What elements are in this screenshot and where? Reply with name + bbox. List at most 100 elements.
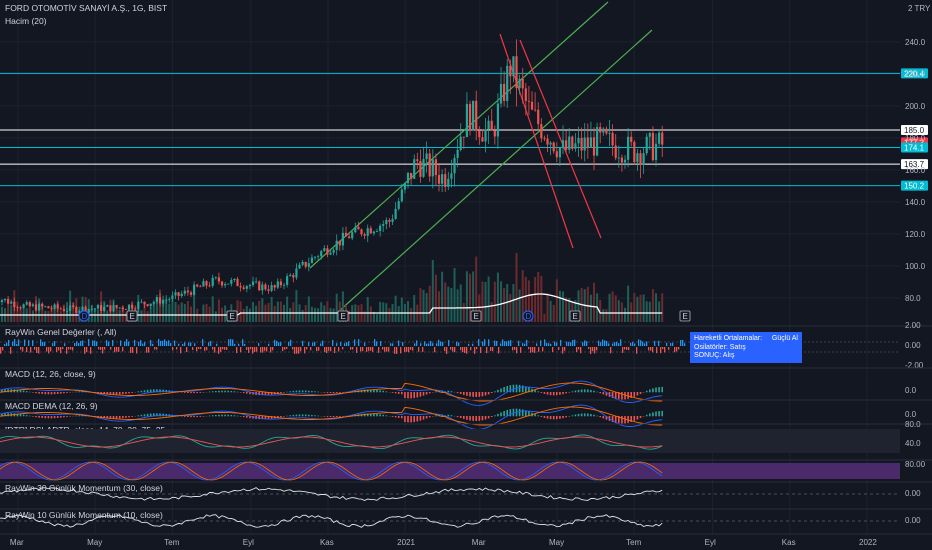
histogram-bar: [670, 343, 672, 346]
histogram-bar: [352, 347, 354, 350]
symbol-title[interactable]: FORD OTOMOTİV SANAYİ A.Ş., 1G, BIST: [5, 3, 167, 13]
volume-bar: [642, 294, 645, 322]
volume-bar: [146, 311, 149, 322]
candle-body: [546, 138, 549, 145]
volume-bar: [648, 301, 651, 322]
histogram-bar: [320, 343, 322, 346]
trading-chart[interactable]: 220.4185.0177.3174.1163.7150.2 EEEEEEDD …: [0, 0, 932, 550]
histogram-bar: [460, 347, 462, 351]
macd-histogram-bar: [540, 416, 543, 417]
candle-body: [592, 137, 596, 156]
histogram-bar: [582, 342, 584, 346]
histogram-bar: [94, 340, 96, 346]
histogram-bar: [162, 340, 164, 346]
macd-histogram-bar: [53, 416, 56, 419]
histogram-bar: [258, 343, 260, 346]
candle-body: [47, 306, 50, 309]
histogram-bar: [254, 347, 256, 352]
histogram-bar: [362, 347, 364, 352]
histogram-bar: [558, 347, 560, 351]
candle-body: [335, 240, 338, 250]
histogram-bar: [358, 339, 360, 346]
histogram-bar: [234, 343, 236, 346]
histogram-bar: [236, 347, 238, 354]
price-axis-tick: 180.0: [905, 134, 926, 143]
volume-bar: [224, 305, 227, 322]
histogram-bar: [340, 342, 342, 346]
histogram-bar: [502, 339, 504, 346]
macd-histogram-bar: [425, 392, 428, 395]
volume-bar: [326, 301, 329, 322]
macd-histogram-bar: [66, 416, 68, 417]
candle-body: [196, 284, 199, 287]
macd-histogram-bar: [543, 392, 546, 394]
volume-indicator-label[interactable]: Hacim (20): [5, 16, 47, 26]
macd-histogram-bar: [503, 411, 505, 417]
histogram-bar: [348, 341, 350, 346]
macd-histogram-bar: [534, 390, 536, 393]
macd-histogram-bar: [624, 416, 626, 424]
macd-histogram-bar: [419, 392, 422, 397]
histogram-bar: [528, 347, 530, 350]
macd-histogram-bar: [339, 416, 341, 417]
macd-histogram-bar: [211, 415, 214, 417]
macd-histogram-bar: [218, 390, 220, 393]
candle-body: [586, 137, 589, 148]
macd-histogram-bar: [236, 415, 239, 417]
histogram-bar: [4, 343, 6, 346]
macd-histogram-bar: [401, 392, 403, 395]
macd-histogram-bar: [128, 392, 130, 394]
volume-bar: [332, 308, 335, 322]
macd-histogram-bar: [481, 416, 484, 421]
histogram-bar: [600, 342, 602, 346]
histogram-bar: [376, 341, 378, 346]
histogram-bar: [304, 347, 306, 354]
histogram-bar: [616, 341, 618, 346]
histogram-bar: [86, 347, 88, 353]
candle-body: [422, 159, 425, 177]
candle-body: [236, 278, 239, 287]
macd-histogram-bar: [224, 414, 226, 417]
candle-body: [633, 141, 636, 163]
currency-label[interactable]: 2 TRY: [908, 4, 931, 13]
candle-body: [428, 153, 431, 177]
histogram-bar: [82, 340, 84, 346]
candle-body: [499, 83, 503, 104]
candle-body: [555, 151, 558, 158]
macd-histogram-bar: [559, 416, 561, 419]
volume-bar: [655, 293, 658, 322]
volume-bar: [614, 295, 617, 322]
histogram-bar: [468, 343, 470, 346]
histogram-bar: [302, 340, 304, 346]
macd-histogram-bar: [29, 415, 31, 417]
price-axis-tick: 80.0: [905, 294, 921, 303]
histogram-bar: [334, 347, 336, 354]
histogram-bar: [178, 343, 180, 346]
histogram-bar: [484, 339, 486, 346]
macd-histogram-bar: [187, 392, 189, 394]
candle-body: [326, 248, 329, 255]
histogram-bar: [566, 341, 568, 346]
macd-histogram-bar: [60, 392, 62, 394]
volume-bar: [422, 289, 425, 322]
histogram-bar: [202, 339, 204, 346]
macd-histogram-bar: [413, 392, 416, 399]
volume-bar: [540, 275, 543, 322]
macd-histogram-bar: [475, 392, 478, 397]
histogram-bar: [124, 341, 126, 346]
volume-bar: [44, 310, 47, 322]
candle-body: [211, 277, 214, 286]
histogram-bar: [570, 342, 572, 346]
candle-body: [493, 130, 496, 137]
candle-body: [304, 261, 307, 267]
histogram-bar: [106, 340, 108, 346]
histogram-bar: [256, 347, 258, 352]
histogram-bar: [142, 343, 144, 346]
histogram-bar: [382, 347, 384, 350]
histogram-bar: [170, 343, 172, 346]
volume-bar: [329, 308, 332, 322]
histogram-bar: [16, 343, 18, 346]
histogram-bar: [228, 339, 230, 346]
candle-body: [459, 136, 462, 150]
histogram-bar: [112, 340, 114, 346]
